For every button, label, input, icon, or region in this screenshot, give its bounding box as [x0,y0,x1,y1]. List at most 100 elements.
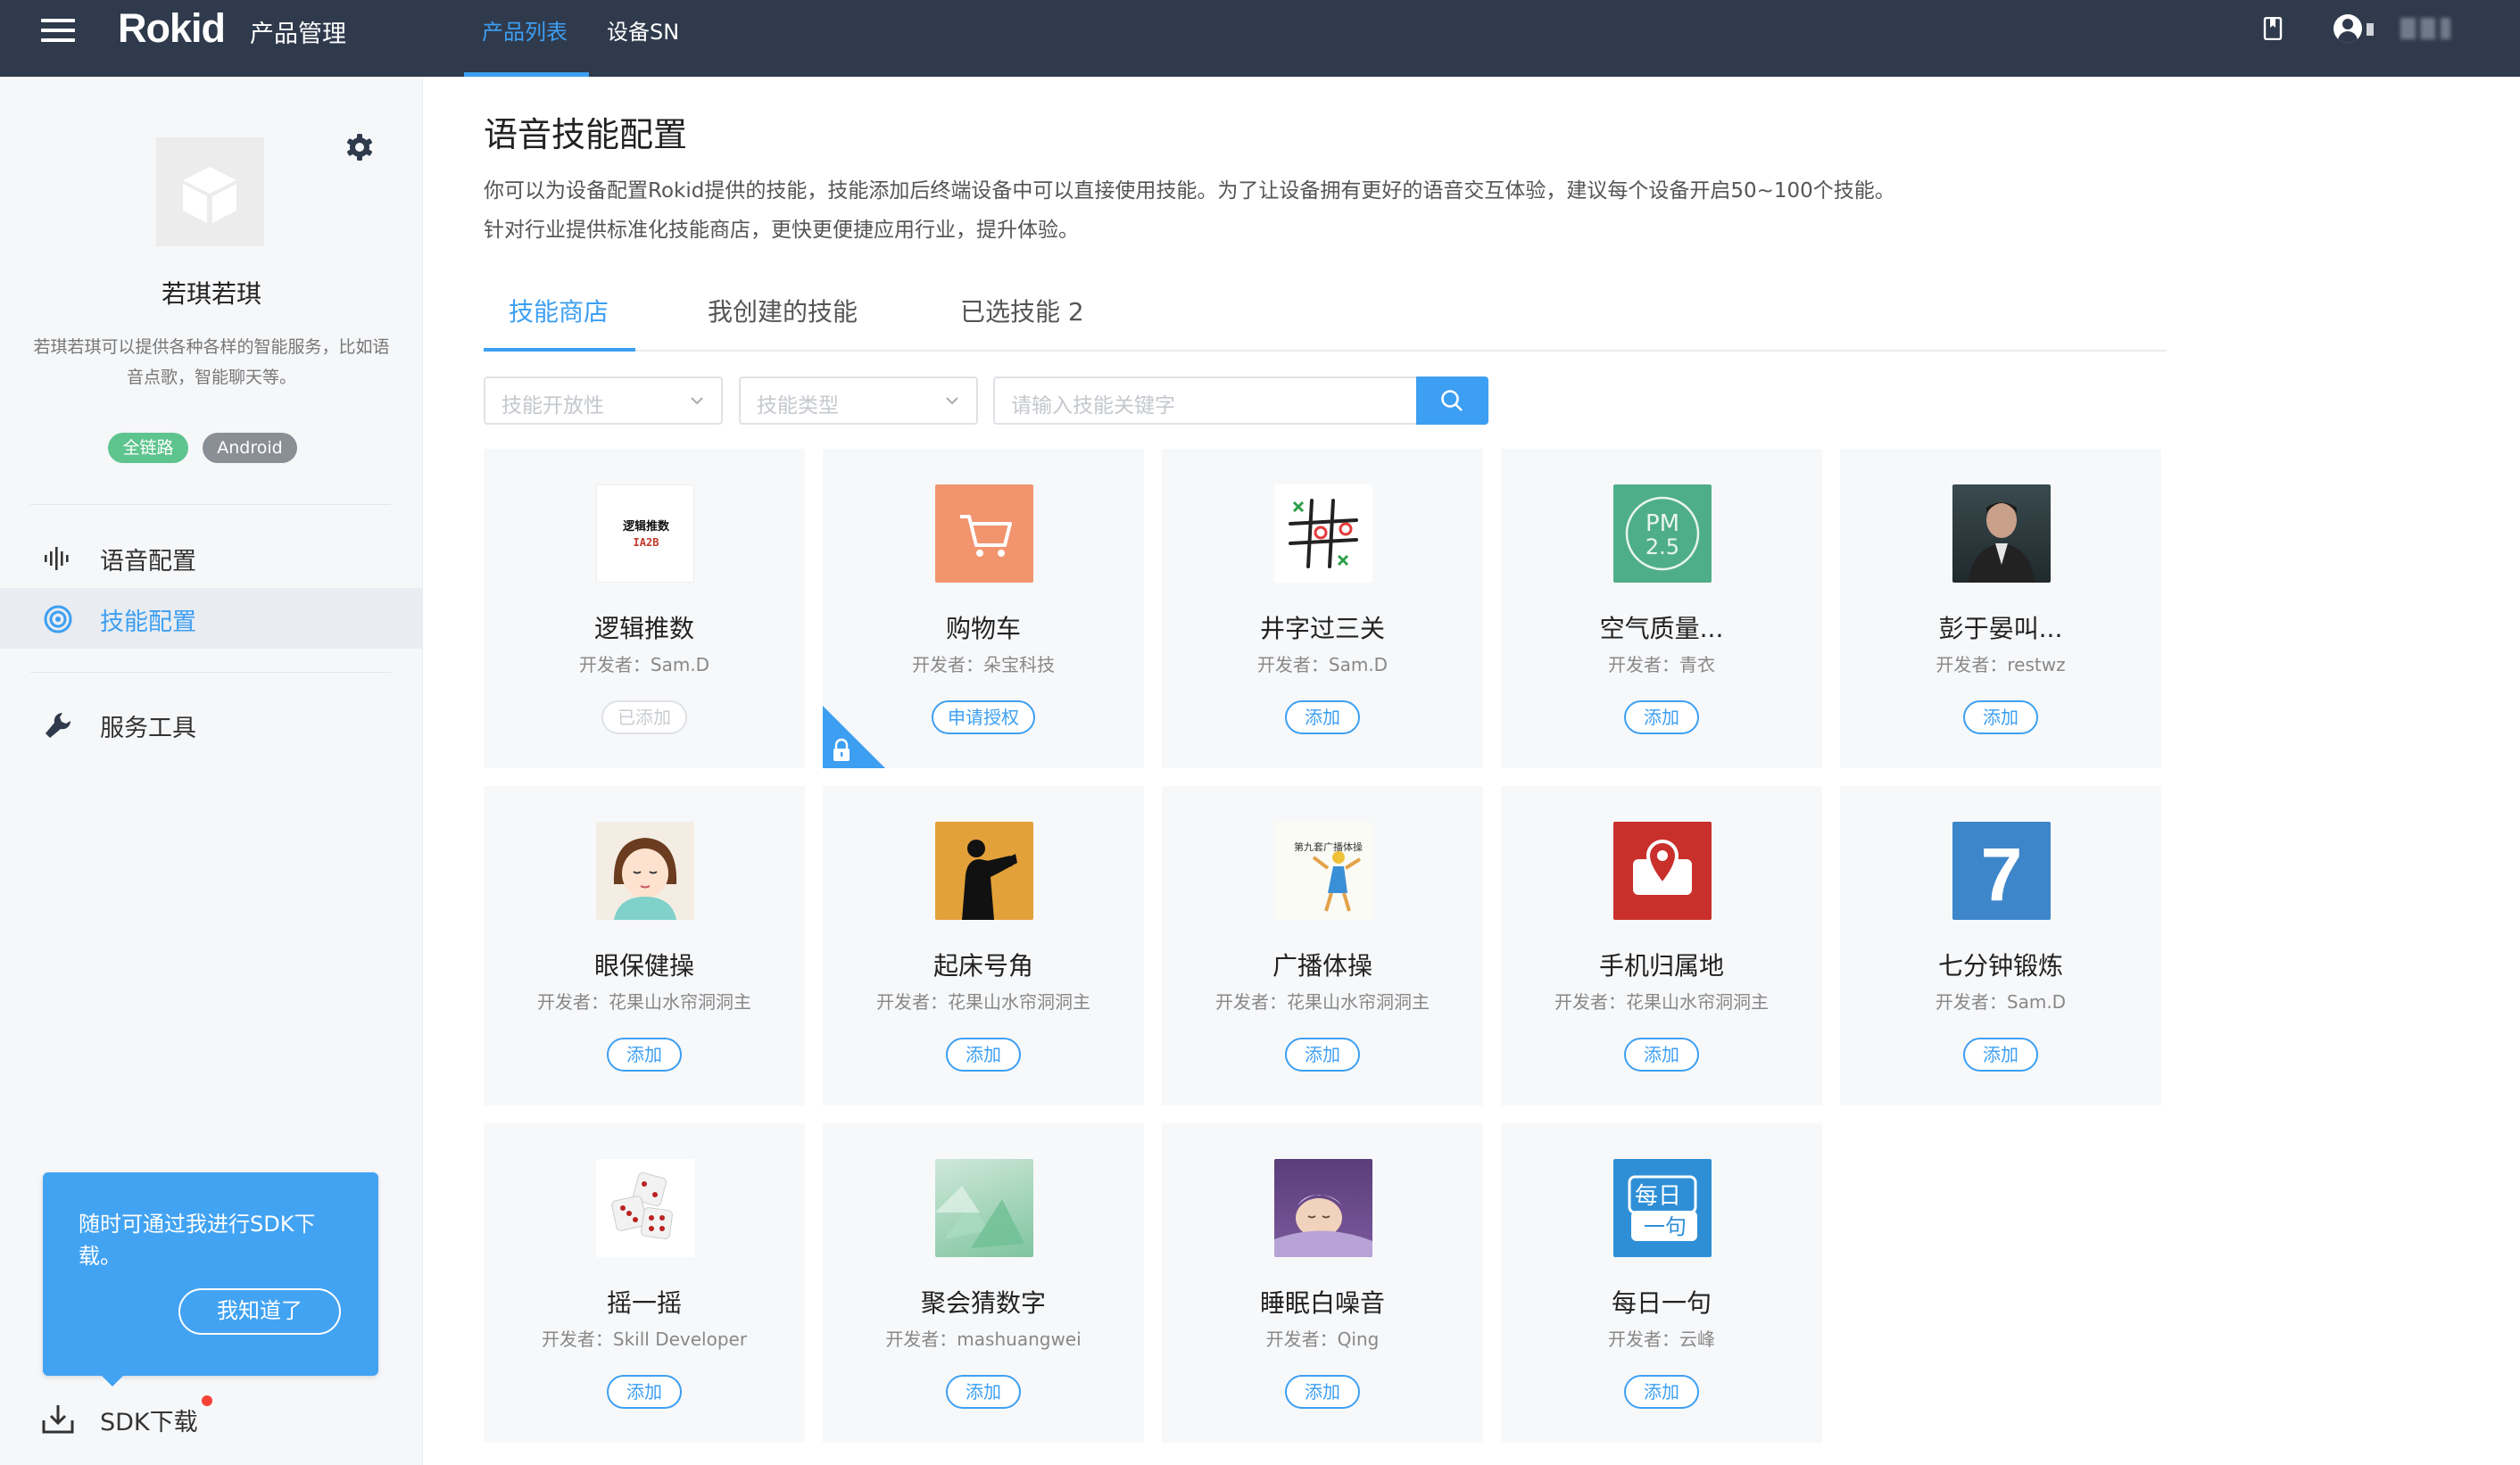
skill-card-tic-tac-toe[interactable]: 井字过三关 开发者：Sam.D 添加 [1162,449,1483,768]
settings-gear-icon[interactable] [344,132,375,162]
add-button[interactable]: 添加 [1963,1038,2038,1072]
skill-card-seven-minute[interactable]: 7 七分钟锻炼 开发者：Sam.D 添加 [1840,786,2161,1105]
skill-developer: 开发者：花果山水帘洞洞主 [1215,991,1430,1013]
skill-card-air-quality[interactable]: PM 2.5 空气质量... 开发者：青衣 添加 [1501,449,1822,768]
search-icon [1441,390,1463,411]
skill-card-eye-exercise[interactable]: 眼保健操 开发者：花果山水帘洞洞主 添加 [484,786,805,1105]
sidebar-divider [30,672,391,673]
add-button[interactable]: 添加 [1624,1375,1699,1409]
skill-name: 眼保健操 [593,951,694,981]
sidebar-item-label: 服务工具 [100,715,196,742]
document-icon[interactable] [2263,17,2283,40]
bugler-silhouette-icon [962,840,1017,920]
sidebar-item-voice-config[interactable]: 语音配置 [0,527,423,588]
tab-skill-store[interactable]: 技能商店 [509,293,609,328]
seven-text: 7 [1981,832,2023,916]
add-button[interactable]: 添加 [1285,1375,1360,1409]
skill-icon-eye-exercise [596,822,694,920]
added-button: 已添加 [601,700,687,734]
add-button[interactable]: 添加 [1963,700,2038,734]
sidebar-divider [30,504,391,505]
tic-tac-toe-icon [1289,499,1358,568]
skill-name: 聚会猜数字 [920,1288,1046,1318]
skill-tabs: 技能商店 我创建的技能 已选技能 2 [484,286,2167,352]
dice-icon [611,1172,673,1239]
add-button[interactable]: 添加 [946,1375,1021,1409]
cube-icon [183,167,236,223]
download-icon [42,1405,74,1434]
skill-icon-tic-tac-toe [1274,484,1372,583]
openness-select[interactable]: 技能开放性 [484,377,723,425]
waveform-icon [45,547,69,570]
add-button[interactable]: 添加 [607,1375,682,1409]
user-avatar-icon[interactable] [2333,14,2362,43]
skill-developer: 开发者：Sam.D [1935,991,2067,1013]
pm-text: PM [1645,510,1679,537]
daily-icon-text: 每日 [1635,1183,1681,1210]
sdk-tip-popover: 随时可通过我进行SDK下载。 我知道了 [43,1172,378,1386]
add-button[interactable]: 添加 [946,1038,1021,1072]
skill-card-phone-location[interactable]: 手机归属地 开发者：花果山水帘洞洞主 添加 [1501,786,1822,1105]
sidebar-item-service-tools[interactable]: 服务工具 [0,694,423,755]
skill-card-wake-bugle[interactable]: 起床号角 开发者：花果山水帘洞洞主 添加 [823,786,1144,1105]
sidebar-item-skill-config[interactable]: 技能配置 [0,588,423,649]
skill-developer: 开发者：花果山水帘洞洞主 [537,991,751,1013]
nav-tab-product-list[interactable]: 产品列表 [482,14,568,46]
skill-card-radio-exercise[interactable]: 第九套广播体操 广播体操 开发者：花果山水帘洞洞主 添加 [1162,786,1483,1105]
skill-name: 空气质量... [1599,614,1724,643]
avatar-caret-icon[interactable] [2367,23,2374,36]
logic-icon-text: 逻辑推数 [623,519,670,534]
search-placeholder: 请输入技能关键字 [1011,394,1175,418]
sidebar-item-label: 语音配置 [100,548,196,575]
pm25-icon: PM 2.5 [1625,496,1700,571]
target-icon [44,605,72,633]
tab-selected-skills[interactable]: 已选技能 2 [960,293,1084,328]
add-button[interactable]: 添加 [1285,700,1360,734]
sdk-download-label: SDK下载 [100,1409,198,1436]
skill-developer: 开发者：青衣 [1608,654,1715,675]
rokid-logo[interactable]: Rokid [118,5,226,52]
shopping-cart-icon [960,515,1012,557]
skill-developer: 开发者：朵宝科技 [912,654,1055,675]
skill-developer: 开发者：花果山水帘洞洞主 [876,991,1090,1013]
user-name-blurred[interactable] [2400,18,2450,39]
add-button[interactable]: 添加 [1624,700,1699,734]
skill-card-sleep-noise[interactable]: 睡眠白噪音 开发者：Qing 添加 [1162,1123,1483,1443]
sleeping-baby-icon [1274,1195,1372,1257]
got-it-button[interactable]: 我知道了 [178,1288,341,1335]
skill-name: 广播体操 [1272,951,1372,981]
tab-my-skills[interactable]: 我创建的技能 [708,293,858,328]
skill-name: 睡眠白噪音 [1259,1288,1385,1318]
skill-card-shake[interactable]: 摇一摇 开发者：Skill Developer 添加 [484,1123,805,1443]
skill-card-logic[interactable]: 逻辑推数 IA2B 逻辑推数 开发者：Sam.D 已添加 [484,449,805,768]
broadcast-icon-text: 第九套广播体操 [1294,840,1363,853]
skill-developer: 开发者：Sam.D [1256,654,1388,675]
skill-name: 摇一摇 [606,1288,682,1318]
request-auth-button[interactable]: 申请授权 [932,700,1035,734]
wrench-icon [46,712,71,738]
page-title: 语音技能配置 [484,115,688,154]
sdk-download-link[interactable]: SDK下载 [41,1395,255,1440]
skill-icon-daily-quote: 每日 一句 [1613,1159,1712,1257]
nav-tab-device-sn[interactable]: 设备SN [607,14,679,46]
hamburger-menu-icon[interactable] [41,19,75,42]
location-pin-icon [1633,839,1692,895]
sidebar: 若琪若琪 若琪若琪可以提供各种各样的智能服务，比如语音点歌，智能聊天等。 全链路… [0,77,423,1465]
nav-active-underline [464,72,589,77]
add-button[interactable]: 添加 [1624,1038,1699,1072]
skill-icon-cart [935,484,1033,583]
skill-card-peng-yuyan[interactable]: 彭于晏叫... 开发者：restwz 添加 [1840,449,2161,768]
skill-icon-phone-location [1613,822,1712,920]
skill-name: 起床号角 [933,951,1033,981]
description-line: 你可以为设备配置Rokid提供的技能，技能添加后终端设备中可以直接使用技能。为了… [484,179,1895,203]
skill-card-party-guess[interactable]: 聚会猜数字 开发者：mashuangwei 添加 [823,1123,1144,1443]
add-button[interactable]: 添加 [607,1038,682,1072]
add-button[interactable]: 添加 [1285,1038,1360,1072]
skill-search-input[interactable]: 请输入技能关键字 [993,377,1416,425]
skill-card-daily-quote[interactable]: 每日 一句 每日一句 开发者：云峰 添加 [1501,1123,1822,1443]
search-button[interactable] [1416,377,1488,425]
skill-card-shopping-cart[interactable]: 购物车 开发者：朵宝科技 申请授权 [823,449,1144,768]
type-select[interactable]: 技能类型 [739,377,978,425]
chevron-down-icon [691,397,703,405]
skill-developer: 开发者：mashuangwei [885,1328,1082,1350]
